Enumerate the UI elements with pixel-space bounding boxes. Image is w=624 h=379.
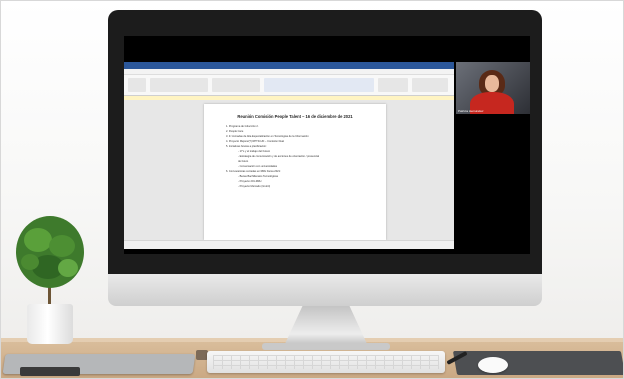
monitor-stand-base: [262, 343, 390, 350]
doc-line: - 17's y el trabajo del Futuro: [238, 150, 271, 153]
doc-line: - Conversación con universidades: [238, 165, 278, 168]
presenter-face: [485, 75, 499, 92]
styles-group: [264, 78, 374, 92]
participant-name: Patricia Hernández: [458, 109, 484, 113]
doc-line: - Proyecto 201-RRH: [238, 180, 262, 183]
word-title-bar: [124, 62, 454, 69]
doc-line: - Estrategia de comunicación y de accion…: [238, 155, 320, 158]
monitor-screen: Reunión Comisión People Talent – 16 de d…: [124, 36, 530, 254]
keyboard-icon: [207, 351, 445, 373]
mouse-icon: [478, 357, 508, 373]
monitor-chin: [108, 274, 542, 306]
doc-line: 6. Convocatorias cerradas en RRH Fama 20…: [226, 170, 281, 173]
document-area: Reunión Comisión People Talent – 16 de d…: [124, 100, 454, 240]
doc-line: 5. Iniciativas futuras a planificación:: [226, 145, 267, 148]
editing-group: [378, 78, 408, 92]
doc-line: 2. People Care: [226, 130, 244, 133]
clipboard-group: [128, 78, 146, 92]
video-call-tile: Patricia Hernández: [456, 62, 530, 114]
voice-group: [412, 78, 448, 92]
doc-line: - Becas Bachilleratos Tecnológicas: [238, 175, 279, 178]
doc-line: de futuro: [238, 160, 249, 163]
document-title: Reunión Comisión People Talent – 16 de d…: [237, 114, 353, 119]
doc-line: 1. Programa de Inducción 2.: [226, 125, 259, 128]
word-status-bar: [124, 240, 454, 249]
plant-pot: [27, 304, 73, 344]
word-ribbon: [124, 75, 454, 96]
doc-line: 4. Proyecto Mejorar(?) RPTD-UD – Comisió…: [226, 140, 284, 143]
plant-icon: [16, 216, 84, 288]
doc-line: - Proyecto Mercado (Grutiri): [238, 185, 271, 188]
doc-line: 3. 4ª Jornadas de Alta Especialización e…: [226, 135, 309, 138]
font-group: [150, 78, 208, 92]
document-page: Reunión Comisión People Talent – 16 de d…: [204, 104, 386, 240]
phone: [20, 367, 80, 376]
word-window: Reunión Comisión People Talent – 16 de d…: [124, 62, 454, 249]
paragraph-group: [212, 78, 260, 92]
